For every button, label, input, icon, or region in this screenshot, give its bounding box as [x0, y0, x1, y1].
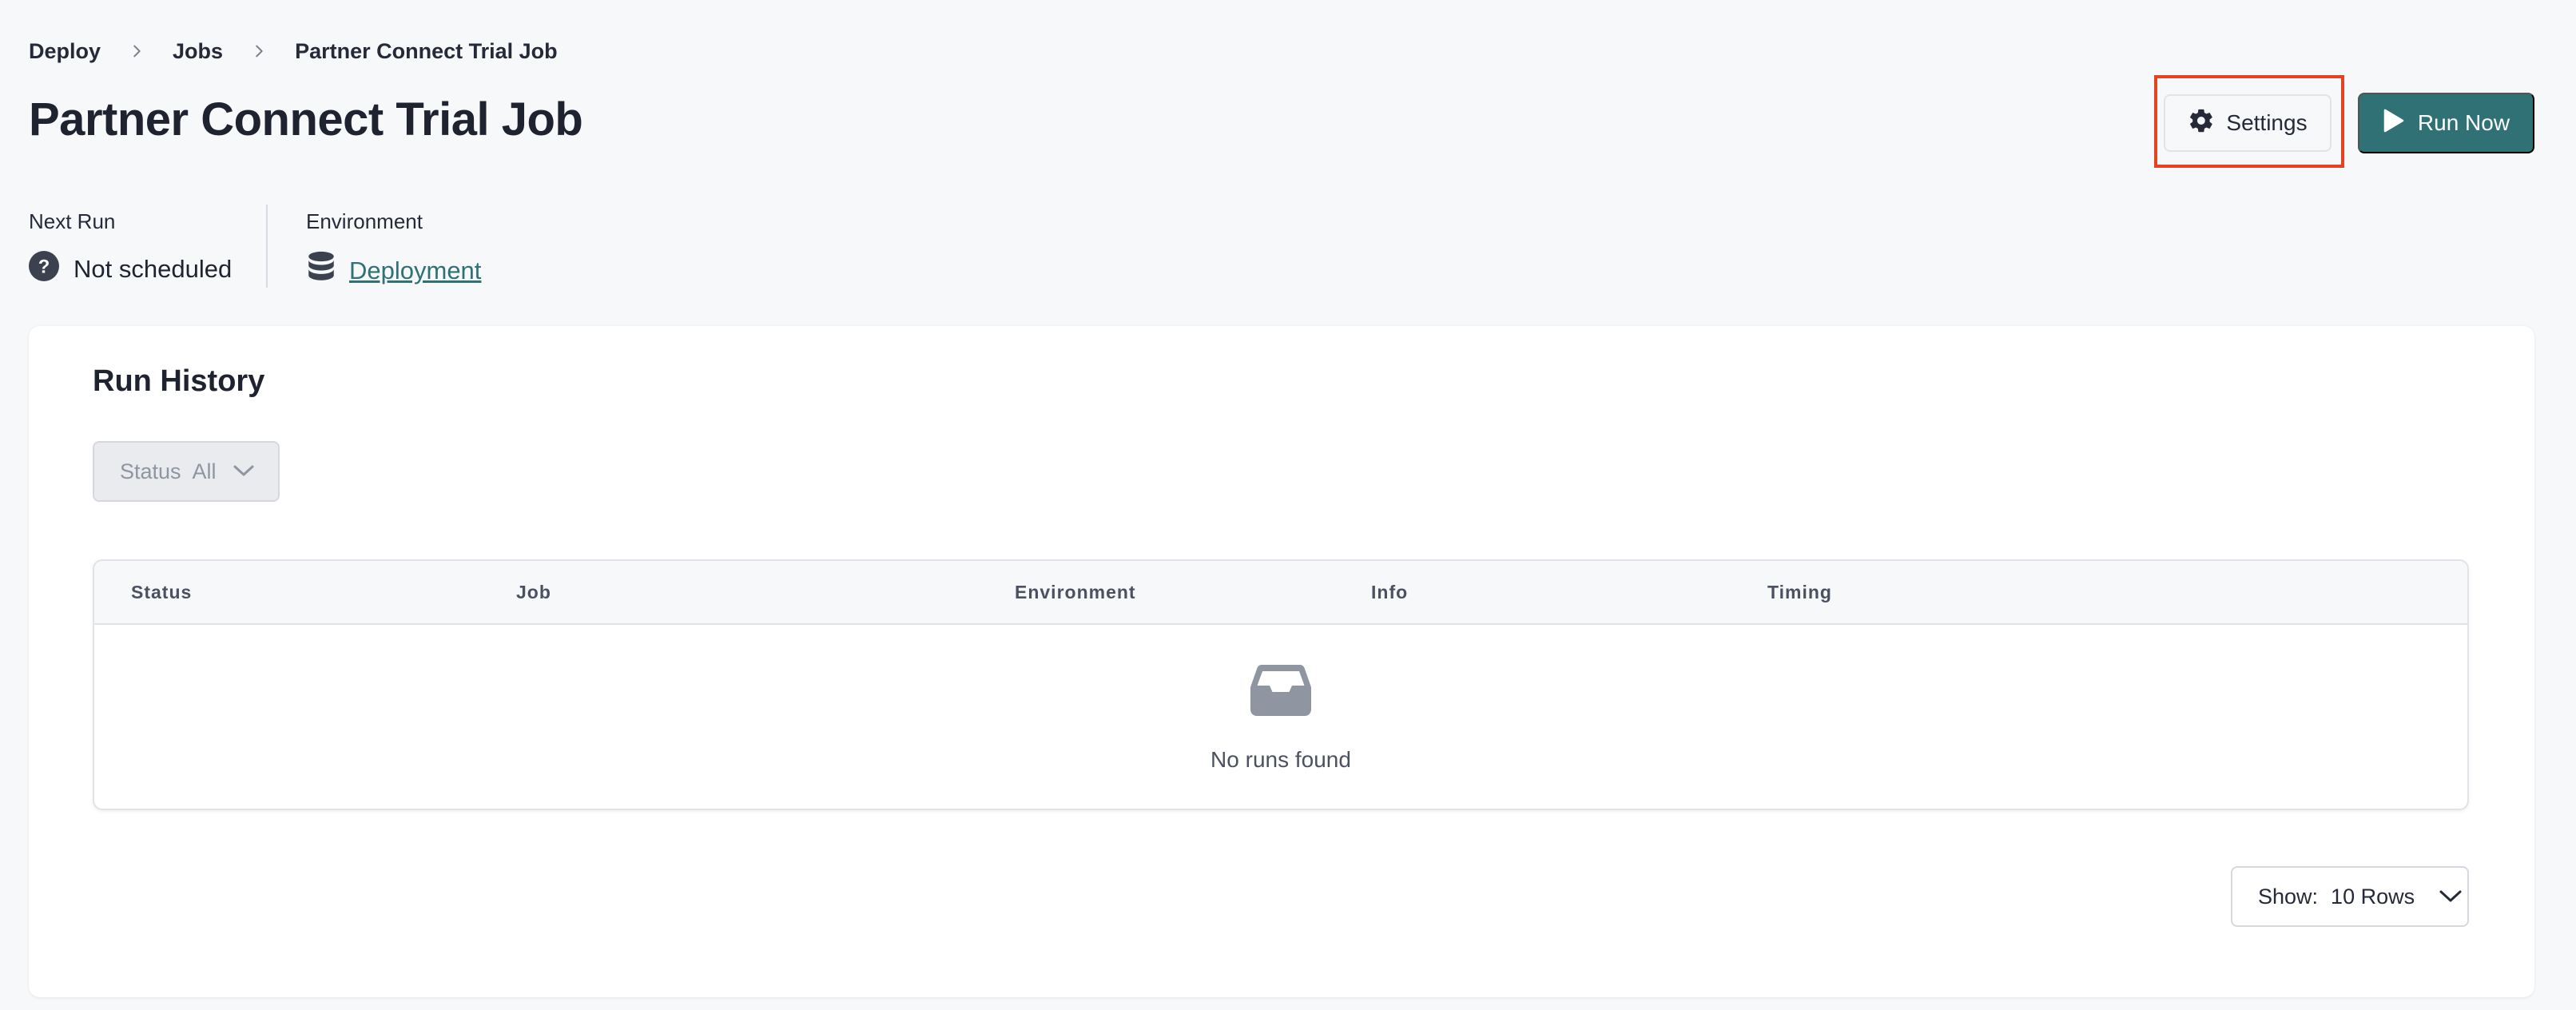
play-icon — [2383, 109, 2405, 138]
table-header: Status Job Environment Info Timing — [94, 561, 2467, 625]
column-header-environment[interactable]: Environment — [1015, 582, 1136, 603]
status-filter-value: All — [192, 459, 217, 483]
status-filter-label: Status — [120, 459, 181, 483]
run-history-table: Status Job Environment Info Timing No ru… — [93, 559, 2469, 810]
rows-per-page-select[interactable]: Show: 10 Rows — [2231, 866, 2469, 927]
breadcrumb-jobs[interactable]: Jobs — [173, 39, 223, 64]
next-run-value: ? Not scheduled — [29, 251, 232, 288]
run-history-title: Run History — [93, 364, 265, 398]
settings-button[interactable]: Settings — [2164, 94, 2332, 152]
meta-divider — [266, 205, 268, 288]
empty-state: No runs found — [94, 625, 2467, 809]
database-icon — [306, 251, 336, 291]
chevron-down-icon — [228, 459, 255, 484]
empty-message: No runs found — [1210, 747, 1351, 772]
column-header-status[interactable]: Status — [131, 582, 192, 603]
column-header-timing[interactable]: Timing — [1767, 582, 1832, 603]
chevron-down-icon — [2415, 885, 2463, 909]
chevron-right-icon — [101, 35, 173, 67]
question-circle-icon: ? — [29, 251, 59, 288]
inbox-icon — [1250, 663, 1311, 720]
run-history-card: Run History Status All Status Job Enviro… — [29, 326, 2534, 997]
rows-per-page-label: Show: — [2258, 884, 2319, 909]
status-filter-dropdown[interactable]: Status All — [93, 441, 280, 502]
svg-text:?: ? — [38, 256, 50, 278]
page-title: Partner Connect Trial Job — [29, 93, 583, 145]
breadcrumb: Deploy Jobs Partner Connect Trial Job — [29, 35, 558, 67]
settings-label: Settings — [2226, 110, 2308, 135]
run-now-button[interactable]: Run Now — [2358, 93, 2534, 153]
environment-link[interactable]: Deployment — [349, 256, 481, 285]
rows-per-page-value: 10 Rows — [2331, 884, 2415, 909]
environment-label: Environment — [306, 209, 423, 233]
run-now-label: Run Now — [2417, 110, 2510, 135]
environment-value: Deployment — [306, 251, 481, 291]
chevron-right-icon — [223, 35, 295, 67]
next-run-text: Not scheduled — [74, 255, 233, 283]
breadcrumb-current: Partner Connect Trial Job — [295, 38, 558, 63]
next-run-label: Next Run — [29, 209, 116, 233]
column-header-job[interactable]: Job — [516, 582, 551, 603]
column-header-info[interactable]: Info — [1371, 582, 1408, 603]
breadcrumb-deploy[interactable]: Deploy — [29, 39, 101, 64]
gear-icon — [2188, 107, 2215, 140]
